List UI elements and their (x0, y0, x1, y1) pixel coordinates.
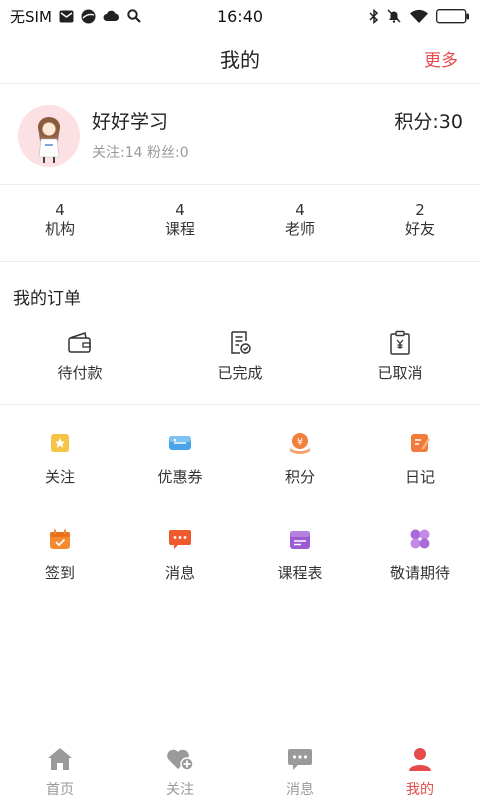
home-icon (0, 744, 120, 774)
grid-item-messages[interactable]: 消息 (120, 524, 240, 583)
bluetooth-icon (369, 8, 379, 24)
stats-row: 4 机构 4 课程 4 老师 2 好友 (0, 186, 480, 262)
nav-label: 消息 (286, 782, 314, 798)
cloud-icon (103, 10, 120, 22)
nav-mine[interactable]: 我的 (360, 738, 480, 800)
grid-item-points[interactable]: ¥ 积分 (240, 428, 360, 487)
nav-label: 我的 (406, 782, 434, 798)
stat-courses[interactable]: 4 课程 (120, 186, 240, 261)
more-button[interactable]: 更多 (424, 46, 458, 71)
nav-label: 关注 (166, 782, 194, 798)
page-title: 我的 (220, 48, 260, 72)
order-completed[interactable]: 已完成 (160, 328, 320, 404)
status-bar-left: 无SIM (10, 6, 141, 27)
heart-plus-icon (120, 744, 240, 774)
stat-label: 好友 (404, 220, 435, 238)
message-bubble-icon (120, 524, 240, 554)
order-label: 已取消 (377, 364, 423, 382)
feature-grid-row-2: 签到 消息 课程表 敬请期待 (0, 524, 480, 583)
follow-stats: 关注:14 粉丝:0 (92, 145, 189, 161)
grid-item-checkin[interactable]: 签到 (0, 524, 120, 583)
stat-friends[interactable]: 2 好友 (360, 186, 480, 261)
grid-item-schedule[interactable]: 课程表 (240, 524, 360, 583)
avatar[interactable] (18, 105, 80, 167)
stat-count: 2 (415, 201, 425, 219)
diary-icon (360, 428, 480, 458)
grid-label: 优惠券 (157, 468, 203, 486)
star-bookmark-icon (0, 428, 120, 458)
bottom-nav: 首页 关注 消息 我的 (0, 738, 480, 800)
order-pending-payment[interactable]: 待付款 (0, 328, 160, 404)
grid-label: 关注 (44, 468, 75, 486)
profile-card[interactable]: 好好学习 关注:14 粉丝:0 积分:30 (0, 85, 480, 185)
grid-label: 签到 (44, 564, 75, 582)
stat-count: 4 (175, 201, 185, 219)
grid-item-follow[interactable]: 关注 (0, 428, 120, 487)
carrier-text: 无SIM (10, 7, 52, 26)
grid-item-coupon[interactable]: 优惠券 (120, 428, 240, 487)
cancelled-order-icon (320, 328, 480, 358)
grid-item-coming-soon[interactable]: 敬请期待 (360, 524, 480, 583)
feature-grid-row-1: 关注 优惠券 ¥ 积分 日记 (0, 428, 480, 487)
username: 好好学习 (92, 111, 169, 133)
stat-label: 机构 (44, 220, 75, 238)
status-bar-right (369, 8, 470, 24)
coupon-icon (120, 428, 240, 458)
svg-text:¥: ¥ (297, 437, 303, 448)
schedule-icon (240, 524, 360, 554)
stat-institutions[interactable]: 4 机构 (0, 186, 120, 261)
points-coin-icon: ¥ (240, 428, 360, 458)
points-value: 积分:30 (394, 111, 463, 133)
order-label: 已完成 (217, 364, 263, 382)
battery-icon (436, 8, 470, 24)
grid-label: 积分 (284, 468, 315, 486)
clover-icon (360, 524, 480, 554)
stat-count: 4 (295, 201, 305, 219)
user-icon (360, 744, 480, 774)
wallet-icon (0, 328, 160, 358)
stat-count: 4 (55, 201, 65, 219)
browser-icon (81, 9, 96, 24)
completed-order-icon (160, 328, 320, 358)
stat-teachers[interactable]: 4 老师 (240, 186, 360, 261)
stat-label: 老师 (284, 220, 315, 238)
alarm-off-icon (386, 8, 402, 24)
grid-item-diary[interactable]: 日记 (360, 428, 480, 487)
nav-label: 首页 (46, 782, 74, 798)
status-bar: 无SIM 16:40 (0, 0, 480, 32)
orders-section-title: 我的订单 (13, 289, 81, 309)
stat-label: 课程 (164, 220, 195, 238)
title-bar: 我的 更多 (0, 32, 480, 84)
search-status-icon (127, 9, 141, 23)
order-label: 待付款 (57, 364, 103, 382)
orders-row: 待付款 已完成 已取消 (0, 328, 480, 405)
nav-follow[interactable]: 关注 (120, 738, 240, 800)
grid-label: 敬请期待 (389, 564, 450, 582)
order-cancelled[interactable]: 已取消 (320, 328, 480, 404)
nav-messages[interactable]: 消息 (240, 738, 360, 800)
mail-icon (59, 10, 74, 23)
grid-label: 消息 (164, 564, 195, 582)
grid-label: 课程表 (277, 564, 323, 582)
grid-label: 日记 (404, 468, 435, 486)
chat-icon (240, 744, 360, 774)
wifi-icon (409, 9, 429, 24)
checkin-calendar-icon (0, 524, 120, 554)
nav-home[interactable]: 首页 (0, 738, 120, 800)
